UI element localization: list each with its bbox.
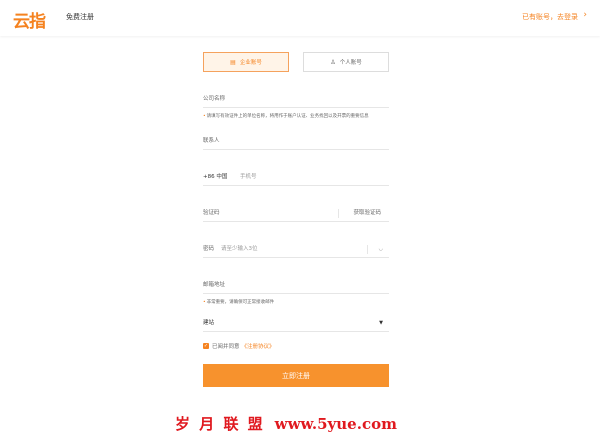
watermark-text: 岁 月 联 盟	[175, 415, 265, 433]
company-name-label: 公司名称	[203, 96, 226, 102]
contact-label: 联系人	[203, 138, 220, 144]
eye-closed-icon[interactable]: ◡	[379, 246, 383, 252]
verify-code-field[interactable]: 验证码 获取验证码	[203, 202, 389, 222]
tab-enterprise-account[interactable]: ▤ 企业账号	[203, 52, 289, 72]
country-code-select[interactable]: +86 中国	[203, 172, 227, 180]
company-name-field[interactable]: 公司名称	[203, 88, 389, 108]
password-field[interactable]: 密码 请至少输入3位 ◡	[203, 238, 389, 258]
agreement-row: ✓ 已阅并同意 《注册协议》	[203, 342, 389, 350]
phone-field[interactable]: +86 中国 手机号	[203, 166, 389, 186]
watermark: 岁 月 联 盟 www.5yue.com	[175, 413, 397, 434]
hint-bullet-icon: •	[203, 300, 206, 305]
hint-bullet-icon: •	[203, 114, 206, 119]
verify-code-input[interactable]: 验证码	[203, 208, 220, 216]
caret-down-icon: ▼	[379, 320, 383, 326]
agree-checkbox[interactable]: ✓	[203, 343, 209, 349]
site-select-value: 建站	[203, 320, 215, 326]
agreement-link[interactable]: 《注册协议》	[242, 342, 275, 350]
company-name-hint: •请填写有效证件上的单位名称，将用作于账户认证、业务找回以及开票的重要信息	[203, 113, 389, 120]
email-hint-text: 非常重要，请确保可正常接收邮件	[206, 300, 275, 305]
password-input[interactable]: 请至少输入3位	[221, 244, 258, 252]
company-hint-text: 请填写有效证件上的单位名称，将用作于账户认证、业务找回以及开票的重要信息	[206, 114, 369, 119]
top-header: 云指 免费注册 已有账号，去登录 ›	[0, 0, 600, 36]
email-hint: •非常重要，请确保可正常接收邮件	[203, 299, 389, 306]
account-type-tabs: ▤ 企业账号 ♙ 个人账号	[203, 52, 389, 72]
email-field[interactable]: 邮箱地址	[203, 274, 389, 294]
page-title: 免费注册	[66, 13, 94, 21]
register-submit-button[interactable]: 立即注册	[203, 364, 389, 387]
building-icon: ▤	[230, 58, 236, 66]
phone-input[interactable]: 手机号	[240, 172, 257, 180]
logo-text: 云指	[13, 12, 46, 32]
divider	[367, 245, 368, 254]
login-link[interactable]: 已有账号，去登录	[522, 12, 578, 22]
site-select[interactable]: 建站 ▼	[203, 312, 389, 332]
email-label: 邮箱地址	[203, 282, 226, 288]
user-icon: ♙	[330, 58, 336, 66]
tab-label: 个人账号	[339, 60, 362, 66]
agree-text: 已阅并同意	[212, 344, 240, 350]
register-form: ▤ 企业账号 ♙ 个人账号 公司名称 •请填写有效证件上的单位名称，将用作于账户…	[203, 52, 389, 387]
tab-label: 企业账号	[239, 60, 262, 66]
divider	[338, 209, 339, 218]
tab-personal-account[interactable]: ♙ 个人账号	[303, 52, 389, 72]
password-label: 密码	[203, 246, 215, 252]
chevron-right-icon: ›	[583, 10, 587, 20]
brand-logo[interactable]: 云指	[13, 7, 49, 32]
watermark-url: www.5yue.com	[274, 415, 397, 433]
get-code-button[interactable]: 获取验证码	[353, 208, 381, 216]
contact-field[interactable]: 联系人	[203, 130, 389, 150]
